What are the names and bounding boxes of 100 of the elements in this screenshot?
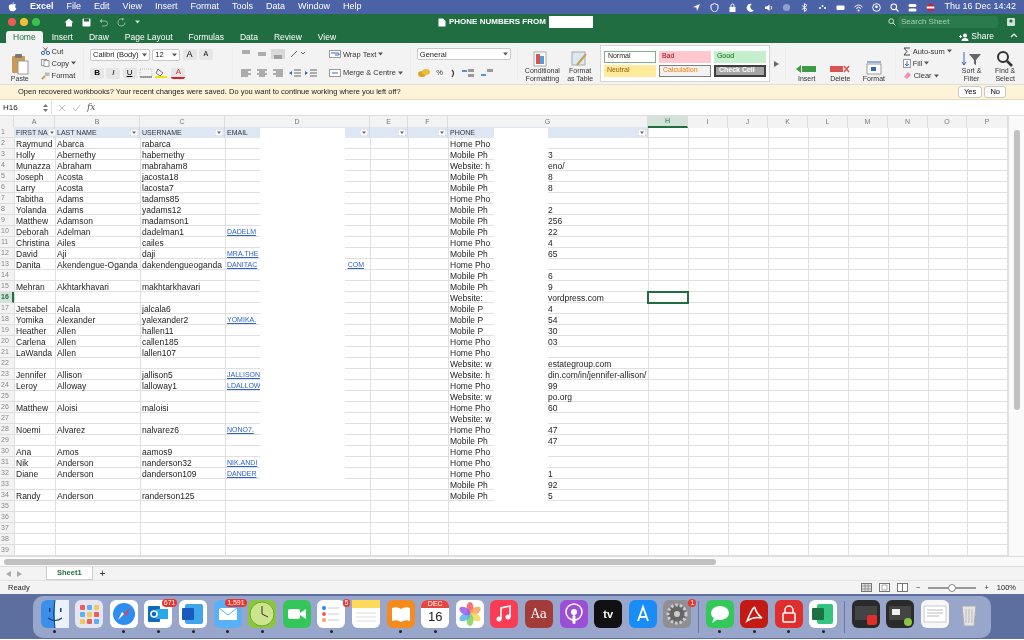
location-arrow-icon[interactable] bbox=[692, 2, 702, 12]
dots-icon[interactable] bbox=[818, 2, 828, 12]
video-camera-icon[interactable] bbox=[282, 600, 311, 628]
podcast-icon[interactable] bbox=[559, 600, 588, 628]
bluetooth-icon[interactable] bbox=[800, 2, 810, 12]
apple-icon[interactable] bbox=[8, 2, 17, 12]
shield-icon[interactable] bbox=[710, 2, 720, 12]
menu-item[interactable]: Window bbox=[298, 0, 330, 14]
gear-icon[interactable] bbox=[663, 600, 692, 628]
menu-item[interactable]: View bbox=[122, 0, 142, 14]
table-cell-text: Adams bbox=[56, 193, 85, 204]
zoom-button[interactable] bbox=[32, 18, 40, 26]
lock-icon[interactable] bbox=[774, 600, 803, 628]
align-bottom-icon[interactable] bbox=[271, 49, 286, 60]
add-sheet-button[interactable]: + bbox=[98, 566, 107, 581]
menu-item[interactable]: Tools bbox=[231, 0, 253, 14]
zoom-slider[interactable] bbox=[928, 586, 977, 589]
previous-sheet-icon[interactable] bbox=[6, 570, 11, 577]
coins-icon[interactable] bbox=[416, 67, 431, 78]
selected-cell[interactable] bbox=[648, 292, 688, 303]
filter-dropdown-icon[interactable] bbox=[360, 129, 368, 136]
app-menu[interactable]: Excel bbox=[30, 0, 54, 14]
notepad-icon[interactable] bbox=[352, 600, 381, 628]
check-icon[interactable] bbox=[72, 103, 81, 112]
share-button[interactable]: Share bbox=[953, 29, 1000, 44]
align-left-icon[interactable] bbox=[238, 67, 253, 78]
slider-thumb[interactable] bbox=[948, 583, 957, 592]
ribbon-tab[interactable]: View bbox=[310, 31, 344, 43]
ribbon-tab[interactable]: Home bbox=[6, 31, 43, 43]
cancel-icon[interactable] bbox=[58, 103, 66, 112]
normal-view-icon[interactable] bbox=[861, 583, 873, 592]
window-thumbnail[interactable] bbox=[851, 600, 880, 628]
align-center-icon[interactable] bbox=[255, 67, 270, 78]
search-field[interactable]: Search Sheet bbox=[898, 16, 998, 28]
minimize-button[interactable] bbox=[20, 18, 28, 26]
moon-icon[interactable] bbox=[746, 2, 756, 12]
fill-color-icon[interactable] bbox=[155, 68, 170, 78]
ribbon-tab[interactable]: Page Layout bbox=[117, 31, 180, 43]
underline-button[interactable]: U bbox=[122, 67, 137, 79]
scrollbar-thumb[interactable] bbox=[1013, 130, 1020, 410]
flower-icon[interactable] bbox=[455, 600, 484, 628]
tv-icon[interactable]: tv bbox=[594, 600, 623, 628]
ribbon-tab[interactable]: Formulas bbox=[181, 31, 231, 43]
chat-bubble-icon[interactable] bbox=[705, 600, 734, 628]
window-thumbnail[interactable] bbox=[920, 600, 949, 628]
compass-icon[interactable] bbox=[109, 600, 138, 628]
decrease-indent-icon[interactable] bbox=[287, 67, 302, 78]
user-circle-icon[interactable] bbox=[872, 2, 882, 12]
decrease-decimal-icon[interactable] bbox=[479, 67, 494, 78]
filter-dropdown-icon[interactable] bbox=[130, 129, 138, 136]
name-box[interactable]: H16 bbox=[0, 101, 52, 114]
ribbon-tab[interactable]: Data bbox=[232, 31, 265, 43]
font-color-button[interactable]: A bbox=[171, 67, 186, 79]
book-icon[interactable] bbox=[386, 600, 415, 628]
clock-icon[interactable] bbox=[248, 600, 277, 628]
menu-item[interactable]: Edit bbox=[94, 0, 110, 14]
wifi-icon[interactable] bbox=[854, 2, 864, 12]
circle-icon[interactable] bbox=[782, 2, 792, 12]
menu-item[interactable]: Insert bbox=[154, 0, 178, 14]
filter-dropdown-icon[interactable] bbox=[215, 129, 223, 136]
border-icon[interactable] bbox=[138, 68, 153, 78]
music-note-icon[interactable] bbox=[490, 600, 519, 628]
window-thumbnail[interactable] bbox=[886, 600, 915, 628]
filter-dropdown-icon[interactable] bbox=[398, 129, 406, 136]
flag-icon[interactable] bbox=[926, 2, 936, 12]
menu-item[interactable]: File bbox=[66, 0, 82, 14]
feedback-icon[interactable] bbox=[1006, 17, 1016, 27]
grid-icon[interactable] bbox=[75, 600, 104, 628]
insert-function-button[interactable]: fx bbox=[87, 100, 96, 115]
search-icon[interactable] bbox=[890, 2, 900, 12]
page-break-icon[interactable] bbox=[897, 583, 909, 592]
menu-item[interactable]: Format bbox=[190, 0, 219, 14]
bold-button[interactable]: B bbox=[90, 67, 105, 79]
filter-dropdown-icon[interactable] bbox=[438, 129, 446, 136]
smiley-face-icon[interactable] bbox=[40, 600, 69, 628]
filter-dropdown-icon[interactable] bbox=[638, 129, 646, 136]
align-right-icon[interactable] bbox=[271, 67, 286, 78]
switches-icon[interactable] bbox=[908, 2, 918, 12]
ribbon-tab[interactable]: Draw bbox=[81, 31, 116, 43]
next-sheet-icon[interactable] bbox=[17, 570, 22, 577]
menu-item[interactable]: Help bbox=[343, 0, 362, 14]
page-layout-icon[interactable] bbox=[879, 583, 891, 592]
increase-indent-icon[interactable] bbox=[303, 67, 318, 78]
collapse-icon[interactable] bbox=[1010, 31, 1018, 38]
menu-item[interactable]: Data bbox=[265, 0, 285, 14]
undo-icon[interactable] bbox=[99, 17, 109, 27]
italic-button[interactable]: I bbox=[106, 67, 121, 79]
checklist-icon[interactable] bbox=[317, 600, 346, 628]
ribbon-tab[interactable]: Insert bbox=[44, 31, 80, 43]
home-icon[interactable] bbox=[64, 17, 74, 27]
close-button[interactable] bbox=[8, 18, 16, 26]
ribbon-tab[interactable]: Review bbox=[266, 31, 309, 43]
scrollbar-thumb[interactable] bbox=[4, 559, 716, 565]
dictionary-icon[interactable]: Aa bbox=[525, 600, 553, 628]
grow-font-button[interactable]: A bbox=[182, 49, 197, 60]
save-icon[interactable] bbox=[82, 17, 91, 27]
lock-icon[interactable] bbox=[728, 2, 738, 12]
redo-icon[interactable] bbox=[117, 17, 127, 27]
speaker-icon[interactable] bbox=[764, 2, 774, 12]
gallery-arrow-icon[interactable] bbox=[773, 60, 779, 67]
